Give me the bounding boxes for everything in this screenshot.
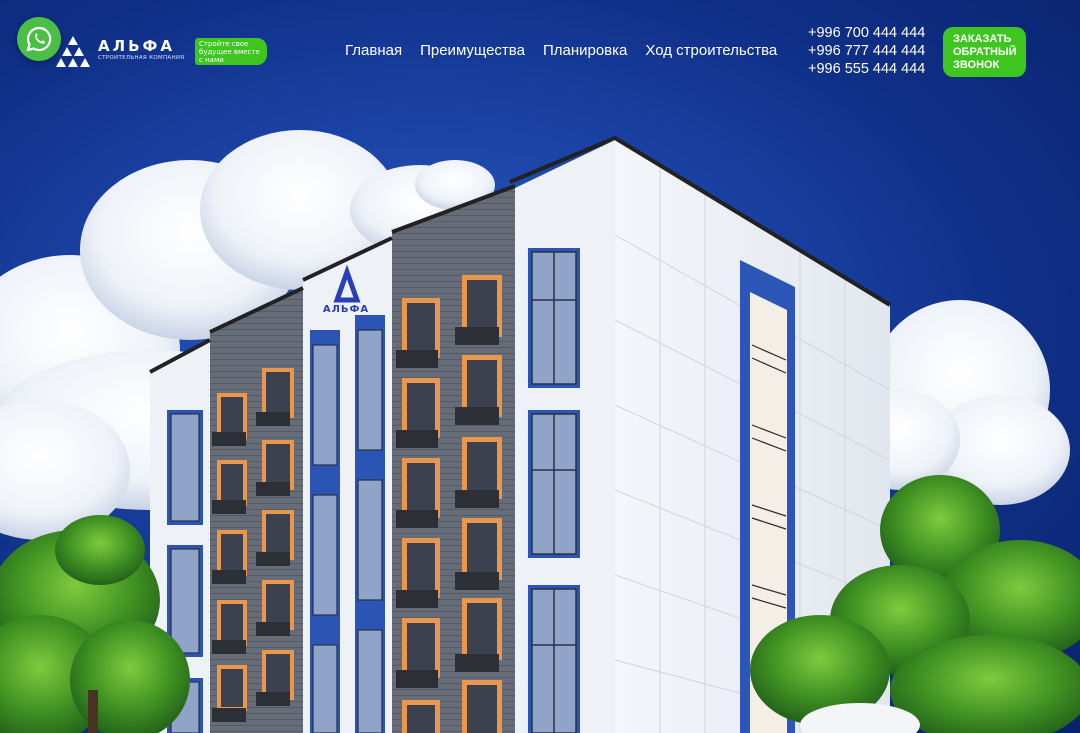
phone-number[interactable]: +996 700 444 444 xyxy=(808,24,925,42)
hero-background: АЛЬФА xyxy=(0,0,1080,733)
callback-label-line: ОБРАТНЫЙ xyxy=(953,46,1017,58)
logo-triangle-icon xyxy=(56,36,90,67)
nav-item-advantages[interactable]: Преимущества xyxy=(420,42,525,59)
company-logo[interactable]: АЛЬФА СТРОИТЕЛЬНАЯ КОМПАНИЯ xyxy=(52,34,185,70)
phone-number[interactable]: +996 777 444 444 xyxy=(808,42,925,60)
nav-item-construction-progress[interactable]: Ход строительства xyxy=(645,42,777,59)
slogan-line: с нами xyxy=(199,56,224,64)
callback-label-line: ЗВОНОК xyxy=(953,59,1000,71)
slogan-badge: Стройте свое будущее вместе с нами xyxy=(195,38,267,65)
nav-item-home[interactable]: Главная xyxy=(345,42,402,59)
callback-label-line: ЗАКАЗАТЬ xyxy=(953,33,1012,45)
phone-list: +996 700 444 444 +996 777 444 444 +996 5… xyxy=(808,24,925,78)
slogan-line: Стройте свое xyxy=(199,40,249,48)
hero-illustration: АЛЬФА xyxy=(0,130,1080,733)
slogan-line: будущее вместе xyxy=(199,48,260,56)
main-nav: Главная Преимущества Планировка Ход стро… xyxy=(345,42,795,59)
building-sign: АЛЬФА xyxy=(323,304,369,315)
whatsapp-icon xyxy=(26,26,52,52)
nav-item-layout[interactable]: Планировка xyxy=(543,42,627,59)
phone-number[interactable]: +996 555 444 444 xyxy=(808,60,925,78)
logo-name: АЛЬФА xyxy=(98,37,175,55)
order-callback-button[interactable]: ЗАКАЗАТЬ ОБРАТНЫЙ ЗВОНОК xyxy=(943,27,1026,77)
logo-subtitle: СТРОИТЕЛЬНАЯ КОМПАНИЯ xyxy=(98,55,185,61)
